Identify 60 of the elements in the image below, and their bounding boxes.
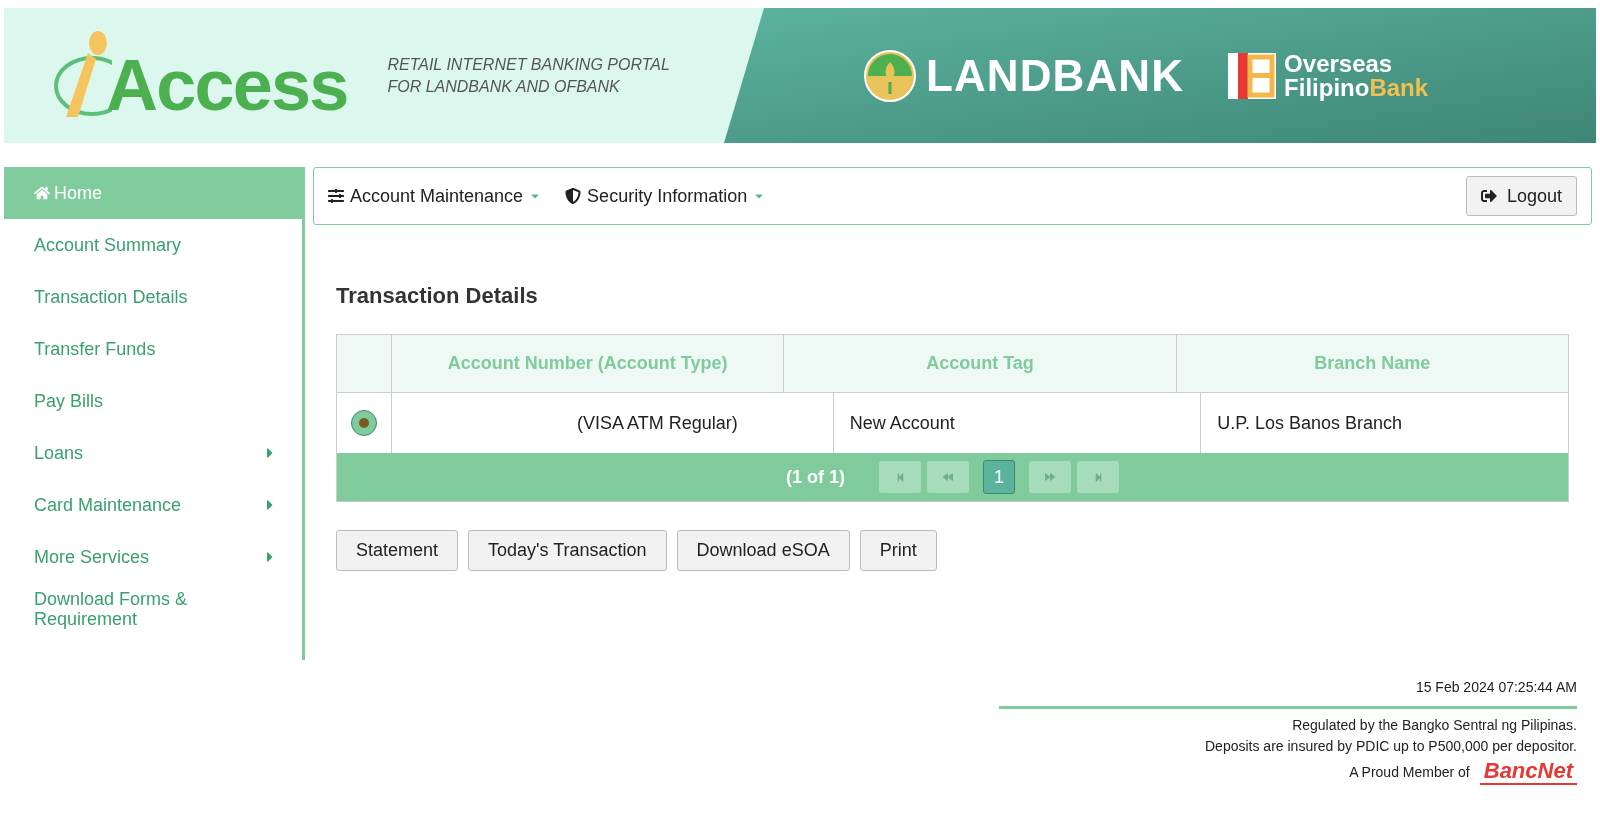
first-page-button[interactable] (879, 461, 921, 493)
previous-page-icon (943, 472, 953, 482)
logo-text: Access (106, 48, 348, 121)
tagline-text: RETAIL INTERNET BANKING PORTAL (387, 54, 670, 75)
sidebar-item-label: More Services (34, 547, 151, 567)
sliders-icon (328, 188, 344, 204)
bank-name: LANDBANK (926, 49, 1185, 102)
sidebar-item-label: Loans (34, 443, 85, 463)
table-cell-text: U.P. Los Banos Branch (1217, 411, 1403, 435)
sidebar-item[interactable]: Download Forms & Requirement (4, 583, 302, 635)
column-header: Account Number (Account Type) (392, 335, 785, 392)
tagline-text: FOR LANDBANK AND OFBANK (387, 76, 621, 97)
column-header: Account Tag (784, 335, 1177, 392)
page-summary: (1 of 1) (786, 465, 845, 489)
footer-note: Deposits are insured by PDIC up to P500,000 per depositor. (1205, 737, 1577, 756)
sidebar-item-label: Card Maintenance (34, 495, 183, 515)
sidebar-item-label: Pay Bills (34, 391, 105, 411)
sidebar-item[interactable]: Card Maintenance (4, 479, 302, 531)
logout-button[interactable]: Logout (1465, 176, 1577, 216)
table-cell-text: (VISA ATM Regular) (576, 411, 738, 435)
logout-icon (1480, 188, 1497, 204)
next-page-icon (1045, 472, 1055, 482)
footer-note: Regulated by the Bangko Sentral ng Pilipinas. (1292, 716, 1577, 735)
action-button[interactable]: Statement (336, 530, 459, 571)
sidebar-item-label: Download Forms & Requirement (34, 589, 189, 629)
last-page-icon (1093, 472, 1103, 482)
timestamp: 15 Feb 2024 07:25:44 AM (1415, 678, 1577, 697)
first-page-icon (895, 472, 905, 482)
member-text: A Proud Member of (1349, 762, 1470, 782)
sidebar-item[interactable]: Loans (4, 427, 302, 479)
shield-icon (565, 188, 582, 204)
sidebar-item-label: Transaction Details (34, 287, 189, 307)
action-button[interactable]: Today's Transaction (468, 530, 667, 571)
page-number-button[interactable]: 1 (983, 460, 1015, 494)
previous-page-button[interactable] (927, 461, 969, 493)
radio-button[interactable] (351, 410, 377, 436)
sidebar-item[interactable]: More Services (4, 531, 302, 583)
sidebar-item[interactable]: Account Summary (4, 219, 302, 271)
next-page-button[interactable] (1029, 461, 1071, 493)
partner-name-line: Overseas (1284, 51, 1394, 76)
page-title: Transaction Details (336, 282, 539, 310)
table-cell-text: New Account (849, 411, 955, 435)
sidebar-item[interactable]: Transaction Details (4, 271, 302, 323)
action-button[interactable]: Download eSOA (676, 530, 850, 571)
partner-name-line: FilipinoBank (1284, 75, 1429, 100)
sidebar-item[interactable]: Transfer Funds (4, 323, 302, 375)
sidebar-item[interactable]: Pay Bills (4, 375, 302, 427)
menu-dropdown[interactable]: Security Information (565, 182, 766, 210)
ofbank-emblem-icon (1228, 52, 1277, 99)
sidebar-item-label: Home (54, 183, 103, 203)
landbank-emblem-icon (864, 49, 916, 102)
bancnet-logo: BancNet (1479, 759, 1577, 785)
menu-dropdown[interactable]: Account Maintenance (328, 182, 542, 210)
sidebar-item-label: Transfer Funds (34, 339, 157, 359)
column-header: Branch Name (1313, 352, 1432, 375)
last-page-button[interactable] (1077, 461, 1119, 493)
sidebar-item[interactable]: Home (4, 167, 302, 219)
home-icon (34, 185, 50, 201)
sidebar-item-label: Account Summary (34, 235, 183, 255)
action-button[interactable]: Print (859, 530, 937, 571)
